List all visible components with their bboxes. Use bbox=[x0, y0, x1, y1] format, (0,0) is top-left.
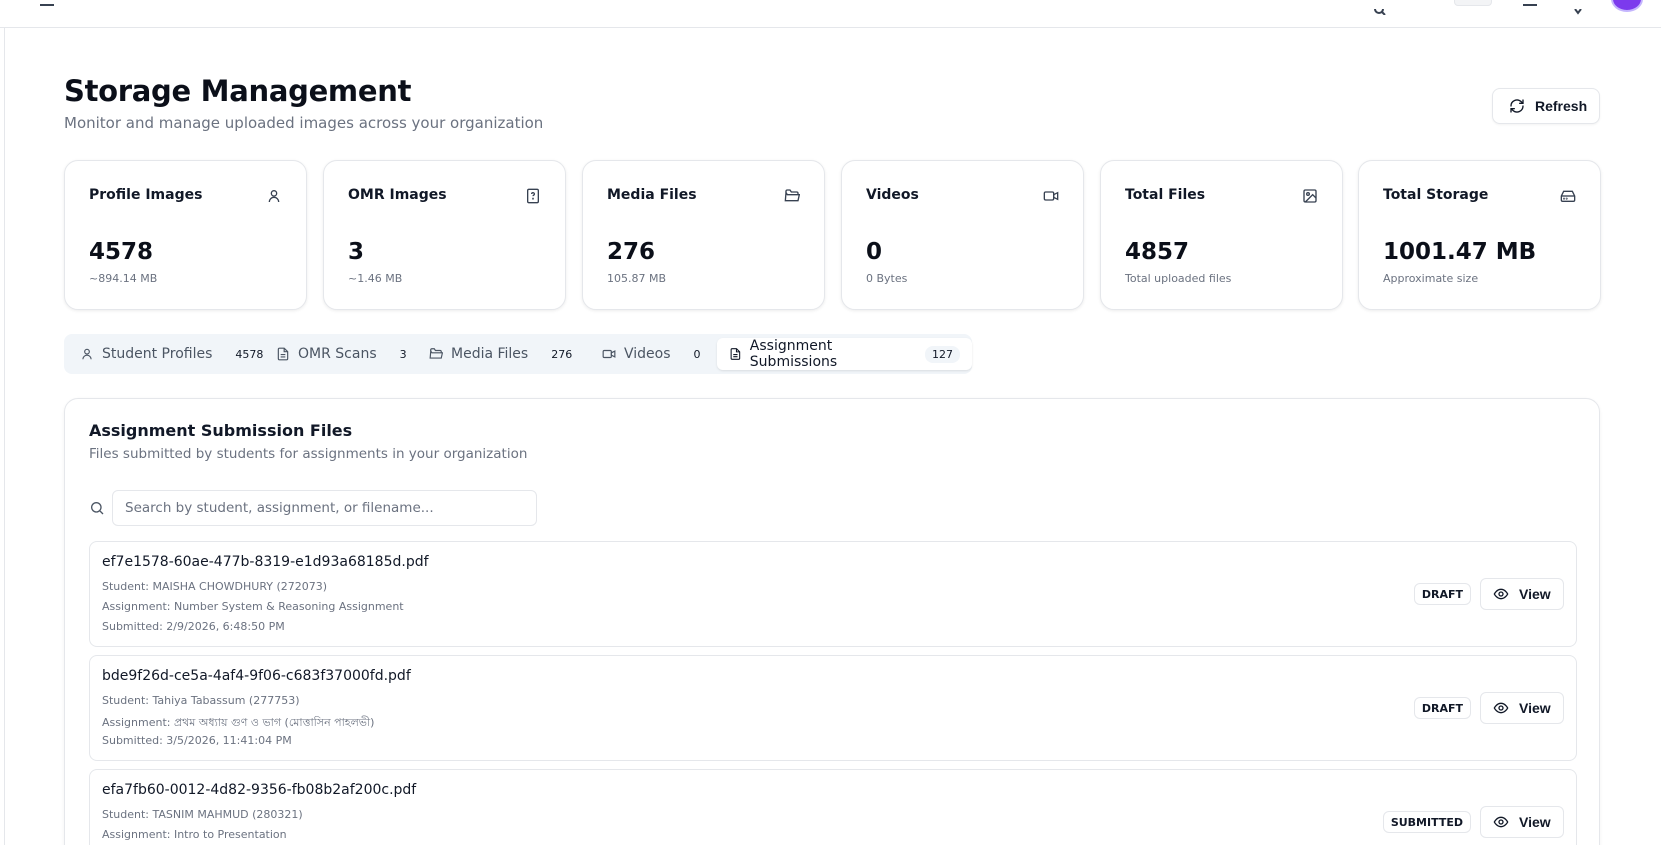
file-assignment: Assignment: Intro to Presentation bbox=[102, 828, 287, 841]
file-text-icon bbox=[730, 348, 741, 360]
stat-value: 0 bbox=[866, 239, 883, 265]
chevron-down-icon[interactable] bbox=[1570, 0, 1584, 15]
stat-subtext: ~1.46 MB bbox=[348, 272, 403, 285]
eye-icon bbox=[1493, 816, 1509, 828]
file-assignment: Assignment: Number System & Reasoning As… bbox=[102, 600, 404, 613]
tab-count-badge: 276 bbox=[551, 347, 573, 361]
theme-toggle-button[interactable] bbox=[1454, 0, 1492, 6]
tab-videos[interactable]: Videos 0 bbox=[590, 338, 720, 370]
view-button[interactable]: View bbox=[1480, 692, 1564, 724]
tab-count-badge: 3 bbox=[399, 347, 407, 361]
tab-count-badge: 0 bbox=[693, 347, 701, 361]
image-icon bbox=[1303, 189, 1317, 203]
user-icon bbox=[268, 190, 280, 203]
stat-label: Videos bbox=[866, 187, 919, 203]
video-icon bbox=[1043, 191, 1059, 201]
stat-card-media-files: Media Files 276 105.87 MB bbox=[582, 160, 825, 310]
tab-count-badge: 127 bbox=[925, 345, 960, 363]
app-menu-icon[interactable] bbox=[40, 0, 54, 6]
tab-label: Assignment Submissions bbox=[749, 338, 838, 370]
folder-open-icon bbox=[429, 348, 443, 359]
page-subtitle: Monitor and manage uploaded images acros… bbox=[64, 114, 544, 132]
refresh-button[interactable]: Refresh bbox=[1492, 88, 1600, 124]
refresh-icon bbox=[1510, 99, 1524, 113]
stat-subtext: 0 Bytes bbox=[866, 272, 908, 285]
tab-media-files[interactable]: Media Files 276 bbox=[417, 338, 591, 370]
stat-card-omr-images: OMR Images 3 ~1.46 MB bbox=[323, 160, 566, 310]
tab-label: OMR Scans bbox=[298, 346, 377, 362]
stat-value: 3 bbox=[348, 239, 365, 265]
file-question-icon bbox=[527, 188, 539, 204]
search-icon[interactable] bbox=[1373, 0, 1387, 16]
folder-open-icon bbox=[784, 189, 800, 202]
user-avatar[interactable] bbox=[1611, 0, 1643, 12]
storage-tabs: Student Profiles 4578 OMR Scans 3 Media … bbox=[64, 334, 972, 374]
stat-label: Media Files bbox=[607, 187, 697, 203]
file-assignment: Assignment: প্রথম অধ্যায় গুণ ও ভাগ (মোত… bbox=[102, 716, 375, 729]
top-navbar bbox=[0, 0, 1661, 28]
stat-subtext: ~894.14 MB bbox=[89, 272, 158, 285]
stat-label: Total Storage bbox=[1383, 187, 1489, 203]
search-icon bbox=[91, 502, 104, 515]
file-student: Student: TASNIM MAHMUD (280321) bbox=[102, 808, 303, 821]
file-name: bde9f26d-ce5a-4af4-9f06-c683f37000fd.pdf bbox=[102, 668, 411, 684]
stat-card-total-storage: Total Storage 1001.47 MB Approximate siz… bbox=[1358, 160, 1601, 310]
stat-value: 1001.47 MB bbox=[1383, 239, 1537, 265]
stat-subtext: 105.87 MB bbox=[607, 272, 667, 285]
status-badge: DRAFT bbox=[1413, 697, 1471, 719]
tab-label: Videos bbox=[624, 346, 671, 362]
hard-drive-icon bbox=[1560, 190, 1576, 202]
stat-value: 4857 bbox=[1125, 239, 1190, 265]
stat-label: Total Files bbox=[1125, 187, 1206, 203]
view-button[interactable]: View bbox=[1480, 806, 1564, 838]
panel-title: Assignment Submission Files bbox=[89, 421, 353, 440]
tab-label: Media Files bbox=[451, 346, 529, 362]
sidebar-divider bbox=[4, 28, 5, 845]
file-name: ef7e1578-60ae-477b-8319-e1d93a68185d.pdf bbox=[102, 554, 429, 570]
file-row: efa7fb60-0012-4d82-9356-fb08b2af200c.pdf… bbox=[89, 769, 1577, 845]
eye-icon bbox=[1493, 702, 1509, 714]
video-icon bbox=[602, 349, 616, 359]
user-icon bbox=[82, 348, 92, 360]
stat-subtext: Approximate size bbox=[1383, 272, 1479, 285]
notifications-icon[interactable] bbox=[1523, 0, 1537, 6]
assignment-submissions-panel: Assignment Submission Files Files submit… bbox=[64, 398, 1600, 845]
stat-subtext: Total uploaded files bbox=[1125, 272, 1232, 285]
panel-subtitle: Files submitted by students for assignme… bbox=[89, 446, 528, 462]
tab-student-profiles[interactable]: Student Profiles 4578 bbox=[68, 338, 282, 370]
stat-value: 4578 bbox=[89, 239, 154, 265]
tab-omr-scans[interactable]: OMR Scans 3 bbox=[264, 338, 426, 370]
file-name: efa7fb60-0012-4d82-9356-fb08b2af200c.pdf bbox=[102, 782, 417, 798]
stat-card-profile-images: Profile Images 4578 ~894.14 MB bbox=[64, 160, 307, 310]
view-label: View bbox=[1519, 700, 1551, 716]
tab-label: Student Profiles bbox=[102, 346, 213, 362]
status-badge: DRAFT bbox=[1413, 583, 1471, 605]
view-button[interactable]: View bbox=[1480, 578, 1564, 610]
stat-card-videos: Videos 0 0 Bytes bbox=[841, 160, 1084, 310]
page-title: Storage Management bbox=[64, 74, 412, 108]
status-badge: SUBMITTED bbox=[1382, 811, 1471, 833]
file-submitted: Submitted: 2/9/2026, 6:48:50 PM bbox=[102, 620, 285, 633]
view-label: View bbox=[1519, 586, 1551, 602]
eye-icon bbox=[1493, 588, 1509, 600]
file-text-icon bbox=[277, 347, 289, 361]
search-input[interactable] bbox=[112, 490, 537, 526]
file-row: ef7e1578-60ae-477b-8319-e1d93a68185d.pdf… bbox=[89, 541, 1577, 647]
stat-label: OMR Images bbox=[348, 187, 447, 203]
view-label: View bbox=[1519, 814, 1551, 830]
file-row: bde9f26d-ce5a-4af4-9f06-c683f37000fd.pdf… bbox=[89, 655, 1577, 761]
tab-assignment-submissions[interactable]: Assignment Submissions 127 bbox=[717, 338, 972, 370]
file-student: Student: MAISHA CHOWDHURY (272073) bbox=[102, 580, 328, 593]
file-submitted: Submitted: 3/5/2026, 11:41:04 PM bbox=[102, 734, 292, 747]
stat-label: Profile Images bbox=[89, 187, 203, 203]
refresh-label: Refresh bbox=[1535, 98, 1588, 114]
stat-card-total-files: Total Files 4857 Total uploaded files bbox=[1100, 160, 1343, 310]
file-student: Student: Tahiya Tabassum (277753) bbox=[102, 694, 300, 707]
stat-value: 276 bbox=[607, 239, 656, 265]
